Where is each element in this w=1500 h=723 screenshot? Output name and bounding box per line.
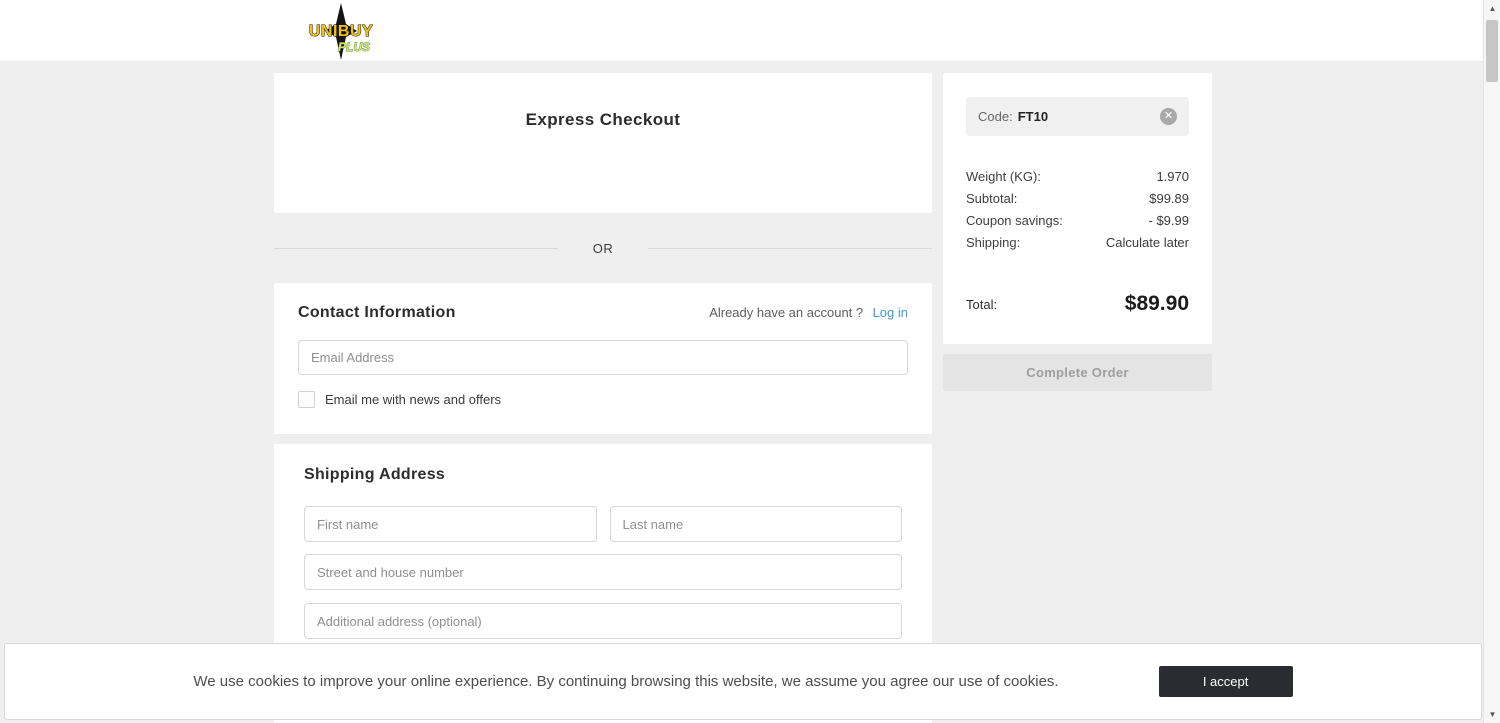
applied-coupon-box: Code: FT10 ✕: [966, 97, 1189, 136]
scroll-up-arrow-icon[interactable]: ▲: [1484, 0, 1500, 17]
account-prompt-text: Already have an account ?: [709, 305, 864, 320]
contact-information-card: Contact Information Already have an acco…: [274, 283, 932, 434]
email-field[interactable]: [298, 340, 908, 375]
page: UNIBUY PLUS Express Checkout OR Contact …: [0, 0, 1500, 723]
unibuy-logo[interactable]: UNIBUY PLUS: [300, 3, 384, 61]
first-name-field[interactable]: [304, 506, 597, 542]
subtotal-label: Subtotal:: [966, 191, 1018, 206]
logo-text-plus: PLUS: [338, 40, 370, 54]
shipping-cost-label: Shipping:: [966, 235, 1021, 250]
street-input-row: [304, 554, 902, 590]
or-divider: OR: [274, 241, 932, 256]
coupon-savings-label: Coupon savings:: [966, 213, 1063, 228]
summary-rows: Weight (KG): 1.970 Subtotal: $99.89 Coup…: [966, 166, 1189, 254]
remove-coupon-icon[interactable]: ✕: [1160, 108, 1177, 125]
shipping-address-title: Shipping Address: [304, 466, 446, 483]
summary-row-coupon-savings: Coupon savings: - $9.99: [966, 210, 1189, 232]
coupon-savings-value: - $9.99: [1148, 213, 1189, 228]
coupon-code-prefix: Code:: [978, 109, 1013, 124]
cookie-message: We use cookies to improve your online ex…: [193, 673, 1059, 690]
name-input-row: [304, 506, 902, 542]
scrollbar[interactable]: ▲ ▼: [1483, 0, 1500, 723]
summary-row-weight: Weight (KG): 1.970: [966, 166, 1189, 188]
divider-line-right: [648, 248, 932, 249]
total-label: Total:: [966, 296, 998, 312]
newsletter-label: Email me with news and offers: [325, 392, 502, 407]
account-prompt-row: Already have an account ? Log in: [709, 304, 908, 322]
login-link[interactable]: Log in: [873, 305, 908, 320]
weight-label: Weight (KG):: [966, 169, 1041, 184]
order-summary-card: Code: FT10 ✕ Weight (KG): 1.970 Subtotal…: [943, 73, 1212, 344]
additional-address-row: [304, 603, 902, 639]
complete-order-button[interactable]: Complete Order: [943, 354, 1212, 391]
coupon-code-value: FT10: [1017, 109, 1049, 124]
contact-information-title: Contact Information: [298, 304, 456, 321]
scroll-down-arrow-icon[interactable]: ▼: [1484, 706, 1500, 723]
total-row: Total: $89.90: [966, 292, 1189, 316]
street-field[interactable]: [304, 554, 902, 590]
total-value: $89.90: [1124, 292, 1189, 315]
express-checkout-title: Express Checkout: [525, 110, 681, 129]
scrollbar-thumb[interactable]: [1486, 20, 1498, 82]
summary-row-shipping: Shipping: Calculate later: [966, 232, 1189, 254]
divider-line-left: [274, 248, 558, 249]
accept-cookies-button[interactable]: I accept: [1158, 666, 1293, 697]
shipping-cost-value: Calculate later: [1105, 235, 1189, 250]
additional-address-field[interactable]: [304, 603, 902, 639]
subtotal-value: $99.89: [1149, 191, 1189, 206]
summary-row-subtotal: Subtotal: $99.89: [966, 188, 1189, 210]
cookie-banner: We use cookies to improve your online ex…: [4, 643, 1482, 720]
newsletter-row: Email me with news and offers: [298, 391, 908, 408]
or-divider-label: OR: [592, 241, 614, 256]
newsletter-checkbox[interactable]: [298, 391, 315, 408]
site-header: UNIBUY PLUS: [0, 0, 1500, 62]
logo-text-unibuy: UNIBUY: [309, 23, 373, 40]
checkout-main-column: Express Checkout OR Contact Information …: [274, 73, 932, 723]
last-name-field[interactable]: [609, 506, 902, 542]
weight-value: 1.970: [1156, 169, 1189, 184]
contact-card-header: Contact Information Already have an acco…: [298, 304, 908, 322]
logo-star-icon: UNIBUY PLUS: [308, 3, 373, 60]
order-summary-column: Code: FT10 ✕ Weight (KG): 1.970 Subtotal…: [943, 73, 1212, 391]
express-checkout-card: Express Checkout: [274, 73, 932, 213]
